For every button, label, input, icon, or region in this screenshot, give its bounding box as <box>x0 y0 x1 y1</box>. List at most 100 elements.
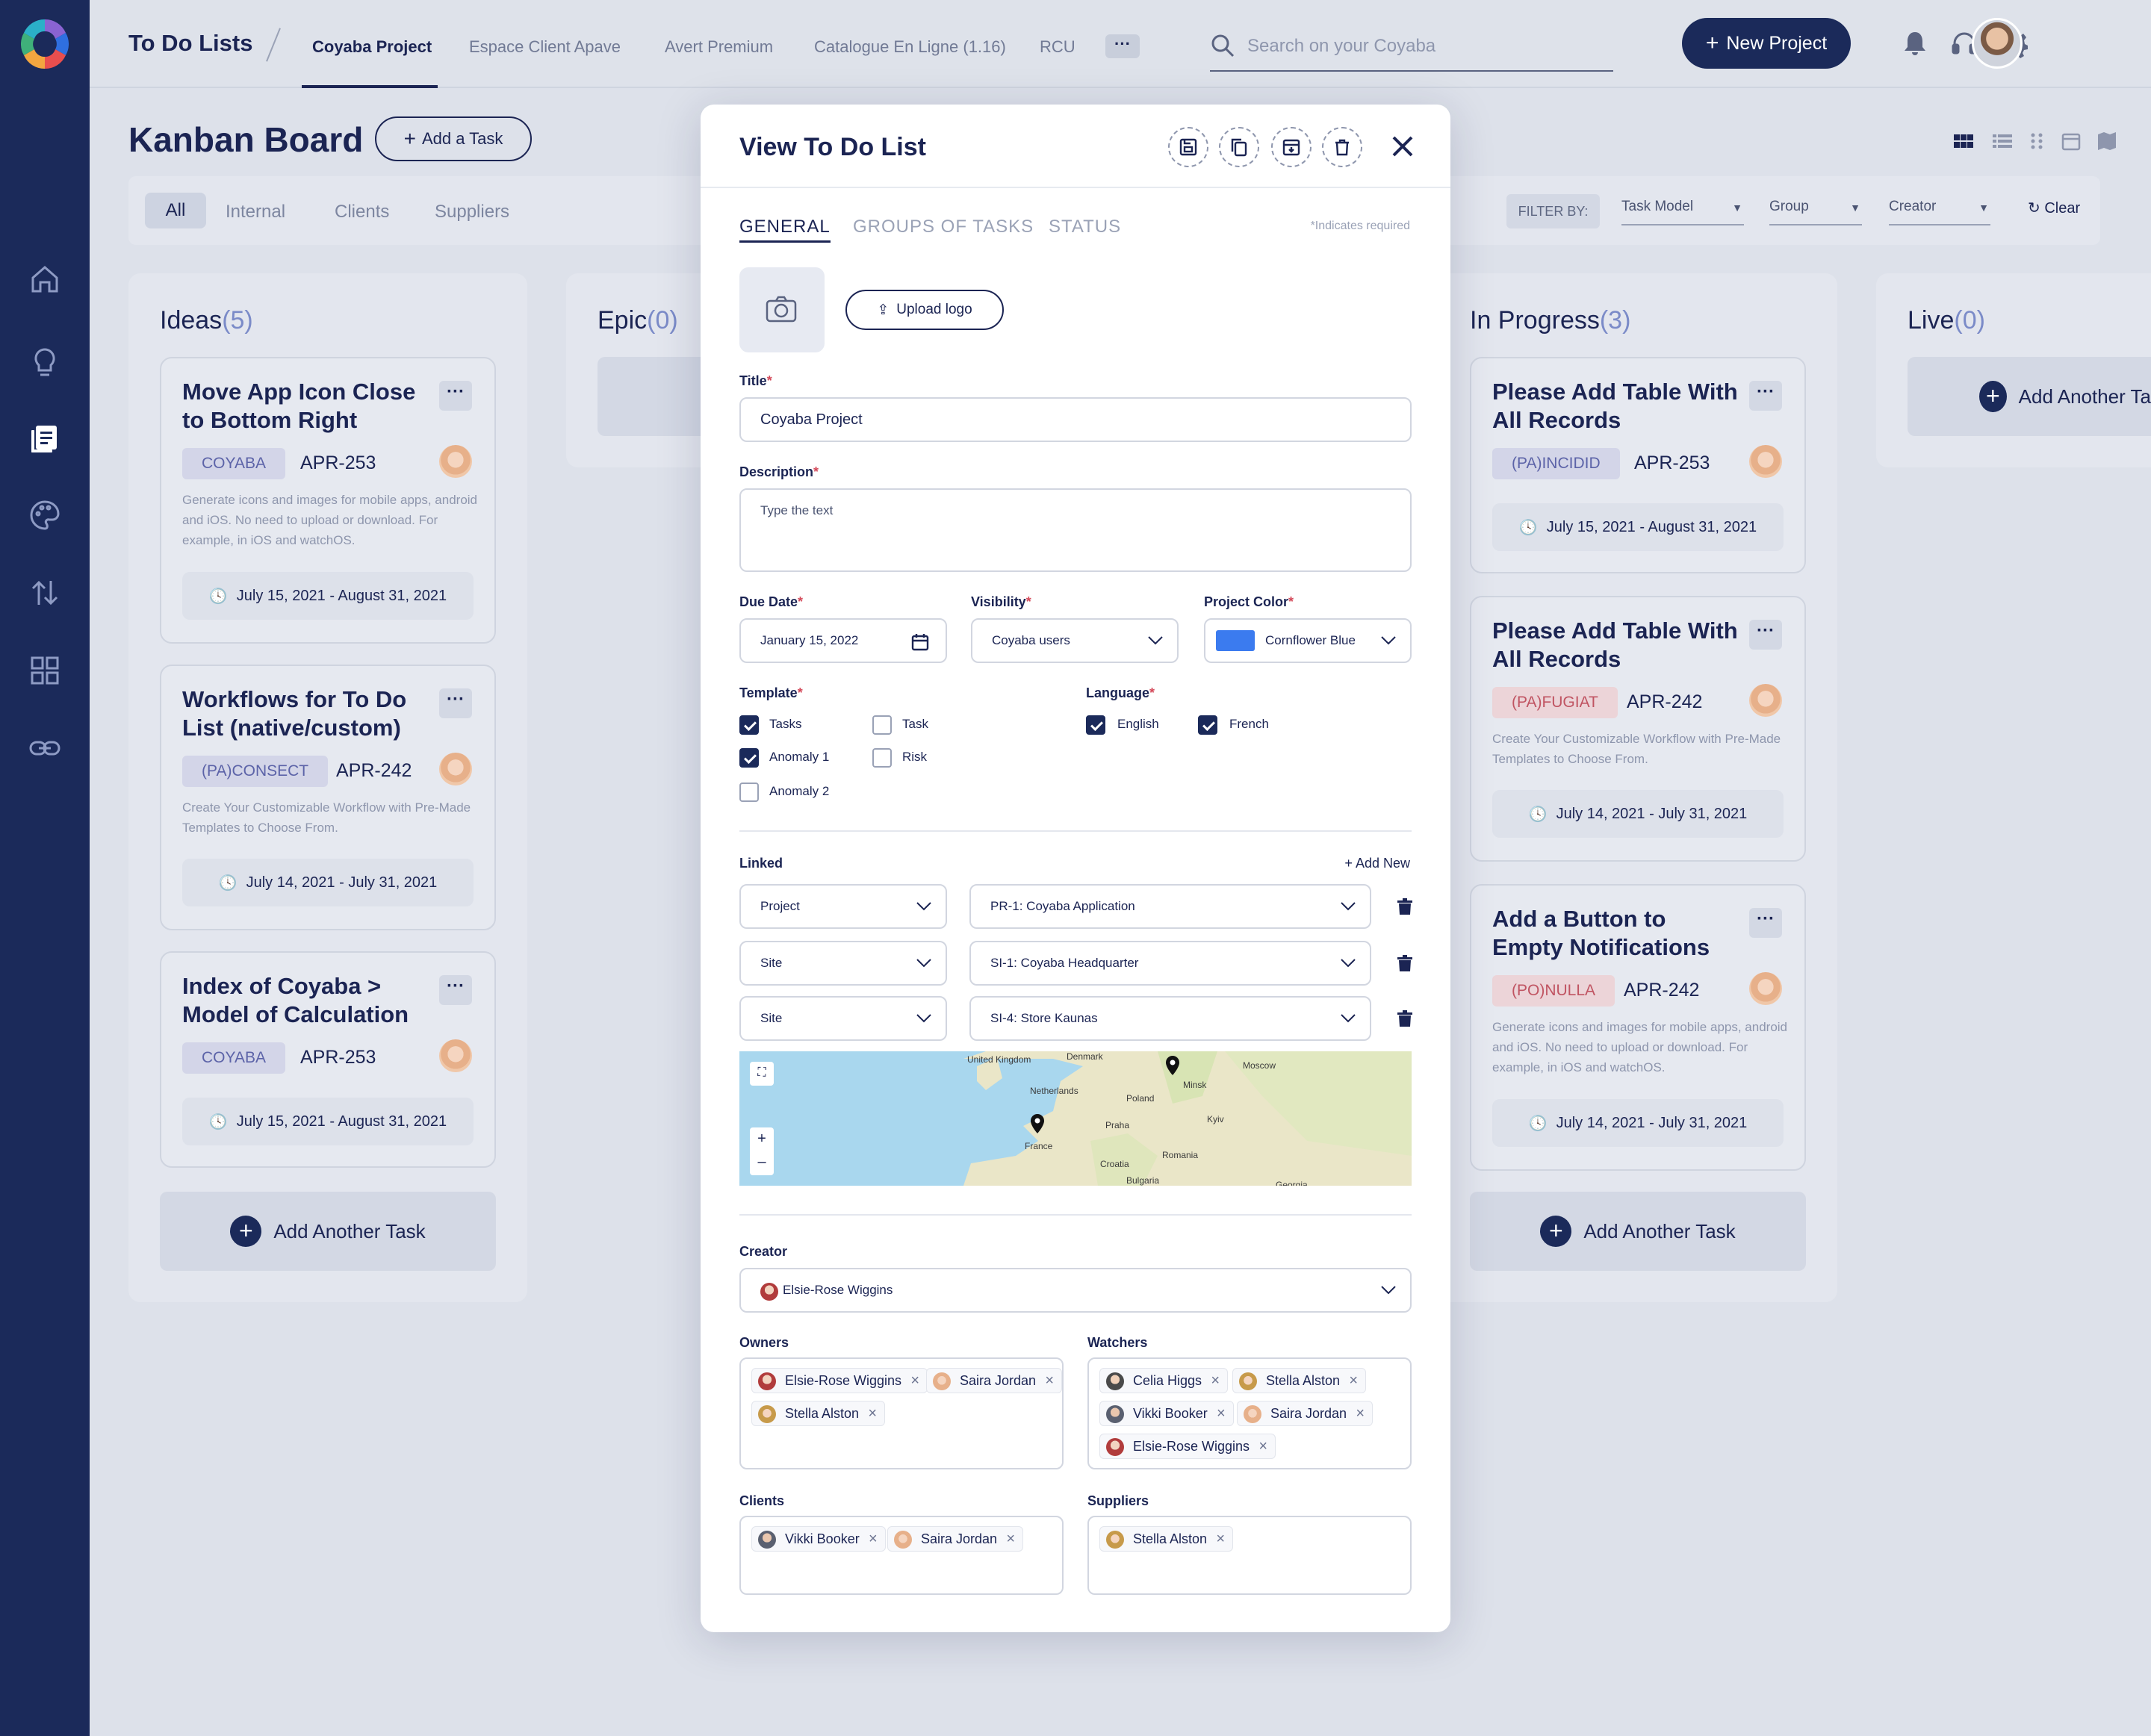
modal-tab-general[interactable]: GENERAL <box>739 217 831 243</box>
map-view-icon[interactable] <box>2096 130 2118 152</box>
grid-icon[interactable] <box>27 653 63 688</box>
linked-value-select[interactable]: SI-4: Store Kaunas <box>969 996 1371 1041</box>
group-select[interactable]: Group ▼ <box>1769 199 1862 225</box>
watchers-field[interactable]: Celia Higgs × Stella Alston × Vikki Booker… <box>1087 1357 1412 1469</box>
template-anomaly1-checkbox[interactable] <box>739 748 759 768</box>
tab-avert-premium[interactable]: Avert Premium <box>665 37 773 57</box>
template-anomaly2-checkbox[interactable] <box>739 783 759 802</box>
save-button[interactable] <box>1168 127 1208 167</box>
linked-type-select[interactable]: Project <box>739 884 947 929</box>
task-model-select[interactable]: Task Model ▼ <box>1621 199 1744 225</box>
creator-select[interactable]: Elsie-Rose Wiggins <box>739 1268 1412 1313</box>
tab-espace-client-apave[interactable]: Espace Client Apave <box>469 37 621 57</box>
due-date-input[interactable]: January 15, 2022 <box>739 618 947 663</box>
creator-select[interactable]: Creator ▼ <box>1889 199 1990 225</box>
add-another-task-button[interactable]: + Add Another Ta <box>1908 357 2151 436</box>
fullscreen-icon[interactable]: ⛶ <box>750 1062 774 1086</box>
more-tabs-button[interactable]: ··· <box>1105 34 1140 58</box>
task-card[interactable]: Add a Button to Empty Notifications ··· … <box>1470 884 1806 1171</box>
archive-button[interactable] <box>1271 127 1312 167</box>
home-icon[interactable] <box>27 261 63 297</box>
linked-value-select[interactable]: SI-1: Coyaba Headquarter <box>969 941 1371 986</box>
remove-icon[interactable]: × <box>1349 1369 1358 1393</box>
map-pin-icon[interactable] <box>1165 1056 1180 1075</box>
search-input[interactable] <box>1247 31 1606 61</box>
clients-field[interactable]: Vikki Booker × Saira Jordan × <box>739 1516 1064 1595</box>
description-textarea[interactable]: Type the text <box>739 488 1412 572</box>
project-color-select[interactable]: Cornflower Blue <box>1204 618 1412 663</box>
remove-icon[interactable]: × <box>1006 1527 1015 1551</box>
sort-arrows-icon[interactable] <box>27 575 63 611</box>
task-card[interactable]: Please Add Table With All Records ··· (P… <box>1470 357 1806 573</box>
duplicate-button[interactable] <box>1219 127 1259 167</box>
template-risk-checkbox[interactable] <box>872 748 892 768</box>
modal-tab-groups-of-tasks[interactable]: GROUPS OF TASKS <box>853 217 1034 237</box>
calendar-icon[interactable] <box>911 633 929 651</box>
modal-tab-status[interactable]: STATUS <box>1049 217 1121 237</box>
bell-icon[interactable] <box>1900 28 1930 58</box>
language-english-checkbox[interactable] <box>1086 715 1105 735</box>
add-task-button[interactable]: + Add a Task <box>375 116 532 161</box>
lightbulb-icon[interactable] <box>27 345 63 381</box>
remove-icon[interactable]: × <box>1216 1527 1225 1551</box>
card-menu-button[interactable]: ··· <box>439 381 472 411</box>
close-icon[interactable] <box>1386 130 1419 163</box>
task-card[interactable]: Workflows for To Do List (native/custom)… <box>160 665 496 930</box>
tab-catalogue-en-ligne[interactable]: Catalogue En Ligne (1.16) <box>814 37 1006 57</box>
linked-value-select[interactable]: PR-1: Coyaba Application <box>969 884 1371 929</box>
linked-type-select[interactable]: Site <box>739 941 947 986</box>
title-input[interactable]: Coyaba Project <box>739 397 1412 442</box>
remove-icon[interactable]: × <box>1211 1369 1220 1393</box>
trash-icon[interactable] <box>1397 954 1413 972</box>
new-project-button[interactable]: + New Project <box>1682 18 1851 69</box>
delete-button[interactable] <box>1322 127 1362 167</box>
task-card[interactable]: Index of Coyaba > Model of Calculation ·… <box>160 951 496 1168</box>
filter-tab-all[interactable]: All <box>145 193 206 228</box>
card-menu-button[interactable]: ··· <box>1749 620 1782 650</box>
location-map[interactable]: United Kingdom Denmark Netherlands Polan… <box>739 1051 1412 1186</box>
tab-rcu[interactable]: RCU <box>1040 37 1076 57</box>
template-task-checkbox[interactable] <box>872 715 892 735</box>
linked-type-select[interactable]: Site <box>739 996 947 1041</box>
add-another-task-button[interactable]: + Add Another Task <box>1470 1192 1806 1271</box>
template-tasks-checkbox[interactable] <box>739 715 759 735</box>
card-menu-button[interactable]: ··· <box>1749 908 1782 938</box>
remove-icon[interactable]: × <box>1356 1401 1365 1425</box>
suppliers-field[interactable]: Stella Alston × <box>1087 1516 1412 1595</box>
language-french-checkbox[interactable] <box>1198 715 1217 735</box>
dots-grid-view-icon[interactable] <box>2026 130 2048 152</box>
board-view-icon[interactable] <box>1952 130 1975 152</box>
zoom-in-icon[interactable]: + <box>750 1127 774 1151</box>
filter-tab-internal[interactable]: Internal <box>226 202 285 223</box>
card-menu-button[interactable]: ··· <box>439 975 472 1005</box>
add-another-task-button[interactable]: + Add Another Task <box>160 1192 496 1271</box>
zoom-out-icon[interactable]: – <box>750 1151 774 1175</box>
remove-icon[interactable]: × <box>868 1401 877 1425</box>
user-avatar[interactable] <box>1972 18 2023 69</box>
filter-tab-clients[interactable]: Clients <box>335 202 389 223</box>
palette-icon[interactable] <box>27 497 63 533</box>
trash-icon[interactable] <box>1397 897 1413 915</box>
filter-tab-suppliers[interactable]: Suppliers <box>435 202 509 223</box>
list-view-icon[interactable] <box>1991 130 2014 152</box>
clear-filters-button[interactable]: ↻ Clear <box>2028 199 2080 217</box>
visibility-select[interactable]: Coyaba users <box>971 618 1179 663</box>
trash-icon[interactable] <box>1397 1009 1413 1027</box>
remove-icon[interactable]: × <box>1258 1434 1267 1458</box>
calendar-view-icon[interactable] <box>2060 130 2082 152</box>
owners-field[interactable]: Elsie-Rose Wiggins × Saira Jordan × Stella… <box>739 1357 1064 1469</box>
remove-icon[interactable]: × <box>910 1369 919 1393</box>
link-icon[interactable] <box>27 730 63 766</box>
task-card[interactable]: Please Add Table With All Records ··· (P… <box>1470 596 1806 862</box>
remove-icon[interactable]: × <box>1045 1369 1054 1393</box>
card-menu-button[interactable]: ··· <box>1749 381 1782 411</box>
remove-icon[interactable]: × <box>869 1527 878 1551</box>
tab-coyaba-project[interactable]: Coyaba Project <box>312 37 432 57</box>
map-pin-icon[interactable] <box>1030 1114 1045 1133</box>
task-card[interactable]: Move App Icon Close to Bottom Right ··· … <box>160 357 496 644</box>
coyaba-logo[interactable] <box>21 16 69 72</box>
card-menu-button[interactable]: ··· <box>439 688 472 718</box>
upload-logo-button[interactable]: ⇪ Upload logo <box>845 290 1004 330</box>
todo-list-icon[interactable] <box>27 421 63 457</box>
add-new-link-button[interactable]: + Add New <box>1344 856 1410 871</box>
